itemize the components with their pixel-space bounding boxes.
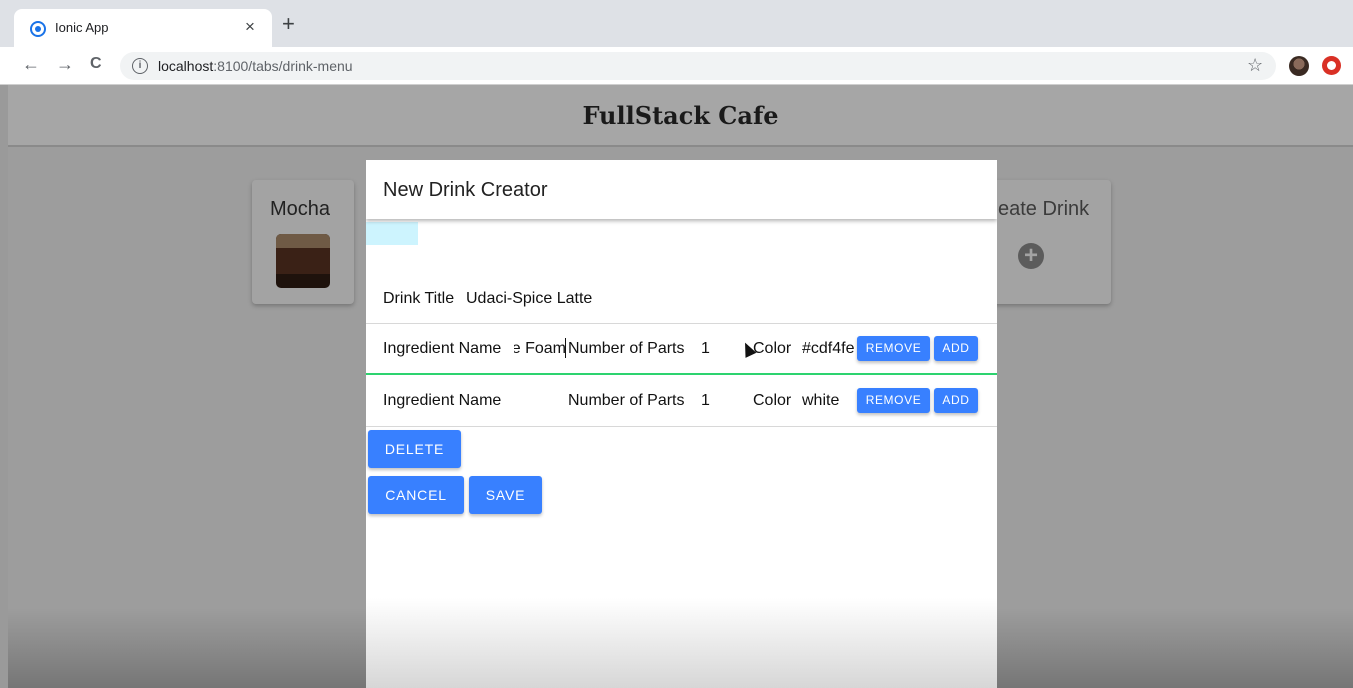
browser-toolbar: ← → C i localhost:8100/tabs/drink-menu ☆ [0, 47, 1353, 85]
parts-label: Number of Parts [568, 392, 685, 409]
url-path: :8100/tabs/drink-menu [213, 58, 353, 74]
ingredient-row: Ingredient Name Number of Parts 1 Color … [366, 375, 997, 427]
parts-input[interactable]: 1 [701, 340, 710, 358]
app-header: FullStack Cafe [8, 85, 1353, 147]
browser-tabstrip: Ionic App × + [0, 0, 1353, 47]
tab-title: Ionic App [55, 20, 109, 35]
parts-input[interactable]: 1 [701, 392, 710, 410]
back-icon[interactable]: ← [22, 54, 40, 74]
drink-card-mocha[interactable]: Mocha [252, 180, 354, 304]
new-tab-icon[interactable]: + [282, 13, 295, 35]
site-info-icon[interactable]: i [132, 58, 148, 74]
ingredient-row: Ingredient Name e Foam Number of Parts 1… [366, 323, 997, 375]
remove-ingredient-button[interactable]: REMOVE [857, 388, 930, 413]
url-text: localhost:8100/tabs/drink-menu [158, 58, 353, 74]
delete-button[interactable]: DELETE [368, 430, 461, 468]
ionic-favicon-icon [30, 21, 46, 37]
drink-title-label: Drink Title [383, 290, 455, 307]
add-circle-icon: + [1018, 243, 1044, 269]
app-title: FullStack Cafe [582, 101, 779, 130]
drink-cup-icon [276, 234, 330, 288]
add-ingredient-button[interactable]: ADD [934, 336, 978, 361]
drink-color-preview [366, 222, 418, 245]
profile-avatar-icon[interactable] [1289, 56, 1309, 76]
remove-ingredient-button[interactable]: REMOVE [857, 336, 930, 361]
text-caret [565, 338, 566, 358]
modal-title: New Drink Creator [383, 179, 548, 201]
extension-icon[interactable] [1322, 56, 1341, 75]
drink-title-input[interactable]: Udaci-Spice Latte [466, 290, 592, 308]
save-button[interactable]: SAVE [469, 476, 542, 514]
color-input[interactable]: white [802, 392, 858, 410]
cancel-button[interactable]: CANCEL [368, 476, 464, 514]
ingredient-name-label: Ingredient Name [383, 340, 502, 357]
color-label: Color [753, 392, 792, 409]
url-host: localhost [158, 58, 214, 74]
modal-header: New Drink Creator [366, 160, 997, 219]
add-ingredient-button[interactable]: ADD [934, 388, 978, 413]
bookmark-star-icon[interactable]: ☆ [1247, 55, 1263, 75]
create-drink-title: eate Drink [998, 198, 1090, 220]
new-drink-modal: New Drink Creator Drink Title Udaci-Spic… [366, 160, 997, 688]
parts-label: Number of Parts [568, 340, 685, 357]
reload-icon[interactable]: C [90, 54, 102, 74]
address-bar[interactable]: i localhost:8100/tabs/drink-menu [120, 52, 1276, 80]
browser-tab[interactable]: Ionic App × [14, 9, 272, 47]
drink-title-row: Drink Title Udaci-Spice Latte [366, 282, 997, 324]
ingredient-name-label: Ingredient Name [383, 392, 502, 409]
forward-icon[interactable]: → [56, 54, 74, 74]
ingredient-name-input[interactable]: e Foam [514, 340, 566, 358]
close-tab-icon[interactable]: × [245, 17, 255, 37]
color-label: Color [753, 340, 792, 357]
color-input[interactable]: #cdf4fe [802, 340, 858, 358]
create-drink-card[interactable]: eate Drink + [990, 180, 1111, 304]
drink-card-title: Mocha [270, 198, 331, 220]
